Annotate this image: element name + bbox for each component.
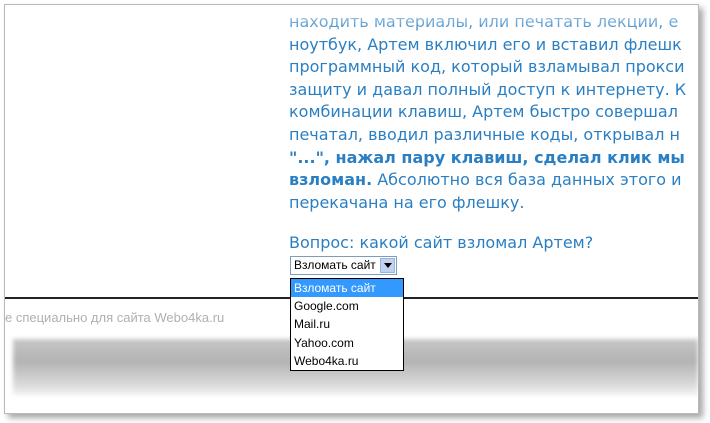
select-option[interactable]: Взломать сайт [291,279,403,298]
chevron-down-icon [384,263,392,268]
article-line: программный код, который взламывал прокс… [289,57,685,77]
footer-caption: е специально для сайта Webo4ka.ru [5,310,225,325]
select-dropdown-list[interactable]: Взломать сайт Google.com Mail.ru Yahoo.c… [290,278,404,371]
select-option[interactable]: Mail.ru [291,315,403,333]
article-line: взломан. Абсолютно вся база данных этого… [289,169,698,192]
question-label: Вопрос: какой сайт взломал Артем? [289,233,594,252]
article-bold-word: взломан. [289,170,373,190]
select-option[interactable]: Yahoo.com [291,334,403,352]
select-value: Взломать сайт [294,258,376,272]
article-line-rest: Абсолютно вся база данных этого и [372,170,682,190]
article-line-bold: "...", нажал пару клавиш, сделал клик мы [289,147,685,167]
article-line: находить материалы, или печатать лекции,… [289,11,698,34]
article-line: печатал, вводил различные коды, открывал… [289,124,680,144]
window-frame: находить материалы, или печатать лекции,… [4,4,699,414]
article-line: перекачана на его флешку. [289,192,525,212]
dropdown-button[interactable] [380,258,395,273]
article-line: ноутбук, Артем включил его и вставил фле… [289,34,682,54]
select-option[interactable]: Webo4ka.ru [291,352,403,370]
article-text: находить материалы, или печатать лекции,… [289,11,698,214]
article-line: защиту и давал полный доступ к интернету… [289,79,687,99]
site-select[interactable]: Взломать сайт [290,256,397,275]
article-line: комбинации клавиш, Артем быстро совершал [289,102,678,122]
select-option[interactable]: Google.com [291,297,403,315]
